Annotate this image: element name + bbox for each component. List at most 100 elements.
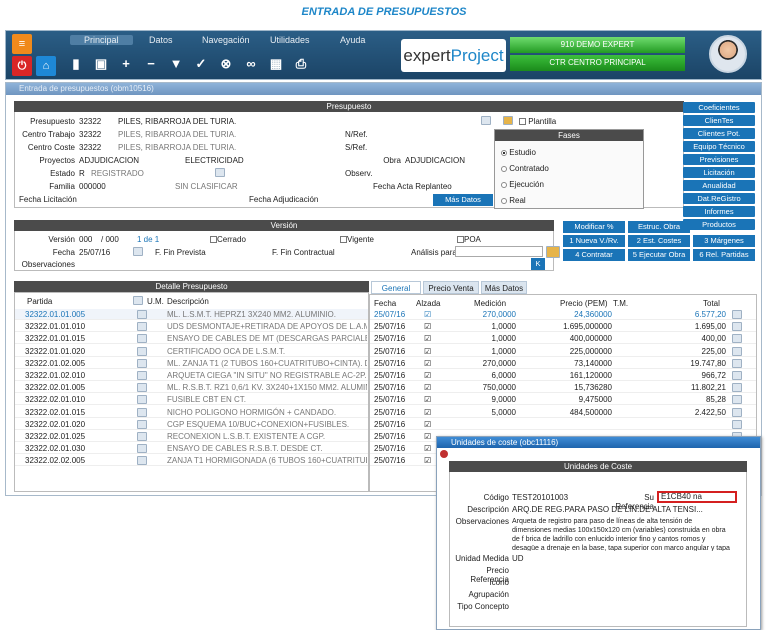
- previsiones-button[interactable]: Previsiones: [683, 154, 755, 165]
- table-row[interactable]: 32322.02.01.020 CGP ESQUEMA 10/BUC+CONEXI…: [15, 419, 368, 430]
- um-icon[interactable]: [137, 346, 147, 356]
- table-row[interactable]: 32322.01.01.005 ML. L.S.M.T. HEPRZ1 3X240…: [15, 309, 368, 320]
- magnifier-icon[interactable]: [732, 322, 742, 332]
- magnifier-icon[interactable]: [732, 383, 742, 393]
- margenes-button[interactable]: 3 Márgenes: [693, 235, 755, 247]
- print-icon[interactable]: ⎙: [294, 56, 308, 72]
- table-row[interactable]: 32322.02.01.030 ENSAYO DE CABLES R.S.B.T.…: [15, 443, 368, 455]
- coeficientes-button[interactable]: Coeficientes: [683, 102, 755, 113]
- table-row[interactable]: 25/07/16 270,0000 24,360000 6.577,20 ☑: [370, 309, 756, 320]
- um-icon[interactable]: [137, 419, 147, 429]
- presupuesto-code[interactable]: 32322: [79, 117, 101, 126]
- version-value[interactable]: 000: [79, 235, 92, 244]
- company-selector[interactable]: 910 DEMO EXPERT: [510, 37, 685, 53]
- version-link[interactable]: 1 de 1: [137, 235, 159, 244]
- suref-input[interactable]: E1CB40 na: [657, 491, 737, 503]
- home-icon[interactable]: ⌂: [36, 56, 56, 76]
- centro-coste-code[interactable]: 32322: [79, 143, 101, 152]
- rel-partidas-button[interactable]: 6 Rel. Partidas: [693, 249, 755, 261]
- um-icon[interactable]: [137, 444, 147, 454]
- analisis-select[interactable]: [455, 246, 543, 257]
- table-row[interactable]: 32322.02.02.005 ZANJA T1 HORMIGONADA (6 T…: [15, 455, 368, 467]
- table-row[interactable]: 32322.01.01.010 UDS DESMONTAJE+RETIRADA D…: [15, 321, 368, 333]
- estado-search-icon[interactable]: [215, 168, 225, 177]
- est-costes-button[interactable]: 2 Est. Costes: [628, 235, 690, 247]
- plantilla-checkbox[interactable]: [519, 118, 526, 126]
- add-icon[interactable]: +: [119, 56, 133, 71]
- accept-icon[interactable]: ✓: [194, 56, 208, 72]
- um-icon[interactable]: [137, 456, 147, 466]
- table-row[interactable]: 25/07/16 1,0000 400,000000 400,00 ☑: [370, 333, 756, 345]
- ks-button[interactable]: K: [531, 258, 545, 270]
- table-row[interactable]: 32322.02.01.010 FUSIBLE CBT EN CT.: [15, 394, 368, 406]
- grid-icon[interactable]: ▦: [269, 56, 283, 72]
- alzada-checkbox[interactable]: ☑: [424, 419, 431, 430]
- poa-checkbox[interactable]: [457, 236, 464, 244]
- alzada-checkbox[interactable]: ☑: [424, 394, 431, 405]
- obra-value[interactable]: ADJUDICACION: [405, 156, 465, 165]
- close-icon[interactable]: [440, 450, 448, 458]
- table-row[interactable]: 32322.02.01.005 ML. R.S.B.T. RZ1 0,6/1 KV…: [15, 382, 368, 394]
- copy-icon[interactable]: [503, 116, 513, 125]
- power-icon[interactable]: ⏻: [12, 56, 32, 76]
- tab-general[interactable]: General: [371, 281, 421, 294]
- menu-utilidades[interactable]: Utilidades: [270, 35, 310, 45]
- um-value[interactable]: UD: [512, 554, 524, 563]
- table-row[interactable]: 25/07/16 1,0000 1.695,000000 1.695,00 ☑: [370, 321, 756, 333]
- magnifier-icon[interactable]: [732, 358, 742, 368]
- alzada-checkbox[interactable]: ☑: [424, 321, 431, 332]
- menu-principal[interactable]: Principal: [70, 35, 133, 45]
- fase-contratado-radio[interactable]: [501, 165, 507, 172]
- magnifier-icon[interactable]: [732, 419, 742, 429]
- menu-ayuda[interactable]: Ayuda: [340, 35, 365, 45]
- descripcion-value[interactable]: ARQ.DE REG.PARA PASO DE LÍN.DE ALTA TENS…: [512, 505, 703, 514]
- alzada-checkbox[interactable]: ☑: [424, 346, 431, 357]
- productos-button[interactable]: Productos: [683, 219, 755, 230]
- um-icon[interactable]: [137, 371, 147, 380]
- calendar-icon[interactable]: [133, 247, 143, 256]
- informes-button[interactable]: Informes: [683, 206, 755, 217]
- sort-icon[interactable]: [133, 296, 143, 305]
- alzada-checkbox[interactable]: ☑: [424, 358, 431, 369]
- fase-estudio-radio[interactable]: [501, 149, 507, 156]
- table-row[interactable]: 32322.01.01.015 ENSAYO DE CABLES DE MT (D…: [15, 333, 368, 345]
- familia-code[interactable]: 000000: [79, 182, 106, 191]
- magnifier-icon[interactable]: [732, 334, 742, 344]
- cerrado-checkbox[interactable]: [210, 236, 217, 244]
- equipo-tecnico-button[interactable]: Equipo Técnico: [683, 141, 755, 152]
- cancel-icon[interactable]: ⊗: [219, 56, 233, 72]
- magnifier-icon[interactable]: [732, 395, 742, 405]
- licitacion-button[interactable]: Licitación: [683, 167, 755, 178]
- fase-real-radio[interactable]: [501, 197, 507, 204]
- clientes-pot-button[interactable]: Clientes Pot.: [683, 128, 755, 139]
- table-row[interactable]: 25/07/16 6,0000 161,120000 966,72 ☑: [370, 370, 756, 381]
- um-icon[interactable]: [137, 395, 147, 405]
- alzada-checkbox[interactable]: ☑: [424, 431, 431, 442]
- new-document-icon[interactable]: ▮: [69, 56, 83, 72]
- menu-datos[interactable]: Datos: [149, 35, 173, 45]
- fase-ejecucion-radio[interactable]: [501, 181, 507, 188]
- tab-mas-datos[interactable]: Más Datos: [481, 281, 527, 294]
- ejecutar-obra-button[interactable]: 5 Ejecutar Obra: [628, 249, 690, 261]
- vigente-checkbox[interactable]: [340, 236, 347, 244]
- magnifier-icon[interactable]: [732, 371, 742, 380]
- table-row[interactable]: 25/07/16 1,0000 225,000000 225,00 ☑: [370, 346, 756, 357]
- table-row[interactable]: 32322.01.01.020 CERTIFICADO OCA DE L.S.M.…: [15, 346, 368, 357]
- fecha-value[interactable]: 25/07/16: [79, 248, 110, 257]
- nueva-version-button[interactable]: 1 Nueva V./Rv.: [563, 235, 625, 247]
- um-icon[interactable]: [137, 310, 147, 319]
- magnifier-icon[interactable]: [732, 310, 742, 319]
- table-row[interactable]: 25/07/16 270,0000 73,140000 19.747,80 ☑: [370, 358, 756, 369]
- table-row[interactable]: 32322.02.01.015 NICHO POLIGONO HORMIGÓN +…: [15, 407, 368, 418]
- remove-icon[interactable]: −: [144, 56, 158, 71]
- dat-registro-button[interactable]: Dat.ReGistro: [683, 193, 755, 204]
- proyectos-value[interactable]: ADJUDICACION: [79, 156, 139, 165]
- modificar-button[interactable]: Modificar %: [563, 221, 625, 233]
- mas-datos-button[interactable]: Más Datos: [433, 194, 493, 206]
- um-icon[interactable]: [137, 334, 147, 344]
- table-row[interactable]: 25/07/16 5,0000 484,500000 2.422,50 ☑: [370, 407, 756, 418]
- alzada-checkbox[interactable]: ☑: [424, 333, 431, 344]
- alzada-checkbox[interactable]: ☑: [424, 455, 431, 466]
- table-row[interactable]: 25/07/16 ☑: [370, 419, 756, 430]
- um-icon[interactable]: [137, 432, 147, 441]
